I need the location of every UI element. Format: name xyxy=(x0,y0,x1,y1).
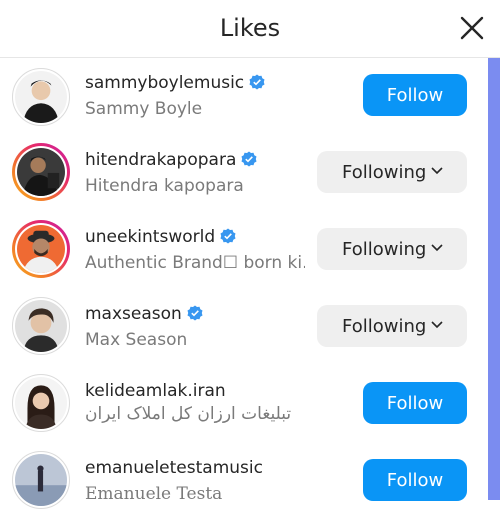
avatar[interactable] xyxy=(12,220,70,278)
following-button[interactable]: Following xyxy=(317,228,467,270)
avatar[interactable] xyxy=(12,451,70,509)
verified-badge-icon xyxy=(187,305,203,321)
list-item[interactable]: emanueletestamusic Emanuele Testa Follow xyxy=(0,443,488,520)
list-item[interactable]: sammyboylemusic Sammy Boyle Follow xyxy=(0,58,488,135)
username[interactable]: uneekintsworld xyxy=(85,227,236,247)
bio: Authentic Brand☐ born ki... xyxy=(85,253,305,273)
username[interactable]: kelideamlak.iran xyxy=(85,381,226,401)
full-name: Max Season xyxy=(85,330,188,350)
follow-button[interactable]: Follow xyxy=(363,459,467,501)
verified-badge-icon xyxy=(241,151,257,167)
full-name: Sammy Boyle xyxy=(85,99,203,119)
chevron-down-icon xyxy=(431,244,443,252)
following-button[interactable]: Following xyxy=(317,151,467,193)
likes-header: Likes xyxy=(0,0,500,58)
avatar[interactable] xyxy=(12,143,70,201)
close-icon[interactable] xyxy=(458,14,486,42)
full-name: Hitendra kapopara xyxy=(85,176,244,196)
scrollbar[interactable] xyxy=(488,58,500,500)
verified-badge-icon xyxy=(249,74,265,90)
follow-button[interactable]: Follow xyxy=(363,74,467,116)
chevron-down-icon xyxy=(431,167,443,175)
page-title: Likes xyxy=(219,14,281,42)
username[interactable]: maxseason xyxy=(85,304,203,324)
username[interactable]: sammyboylemusic xyxy=(85,73,265,93)
username[interactable]: hitendrakapopara xyxy=(85,150,257,170)
follow-button[interactable]: Follow xyxy=(363,382,467,424)
chevron-down-icon xyxy=(431,321,443,329)
avatar[interactable] xyxy=(12,374,70,432)
bio: تبلیغات ارزان کل املاک ایران xyxy=(85,404,292,424)
following-button[interactable]: Following xyxy=(317,305,467,347)
full-name: Emanuele Testa xyxy=(85,484,223,504)
list-item[interactable]: kelideamlak.iran تبلیغات ارزان کل املاک … xyxy=(0,366,488,443)
verified-badge-icon xyxy=(220,228,236,244)
list-item[interactable]: hitendrakapopara Hitendra kapopara Follo… xyxy=(0,135,488,212)
list-item[interactable]: maxseason Max Season Following xyxy=(0,289,488,366)
avatar[interactable] xyxy=(12,68,70,126)
username[interactable]: emanueletestamusic xyxy=(85,458,263,478)
list-item[interactable]: uneekintsworld Authentic Brand☐ born ki.… xyxy=(0,212,488,289)
avatar[interactable] xyxy=(12,297,70,355)
